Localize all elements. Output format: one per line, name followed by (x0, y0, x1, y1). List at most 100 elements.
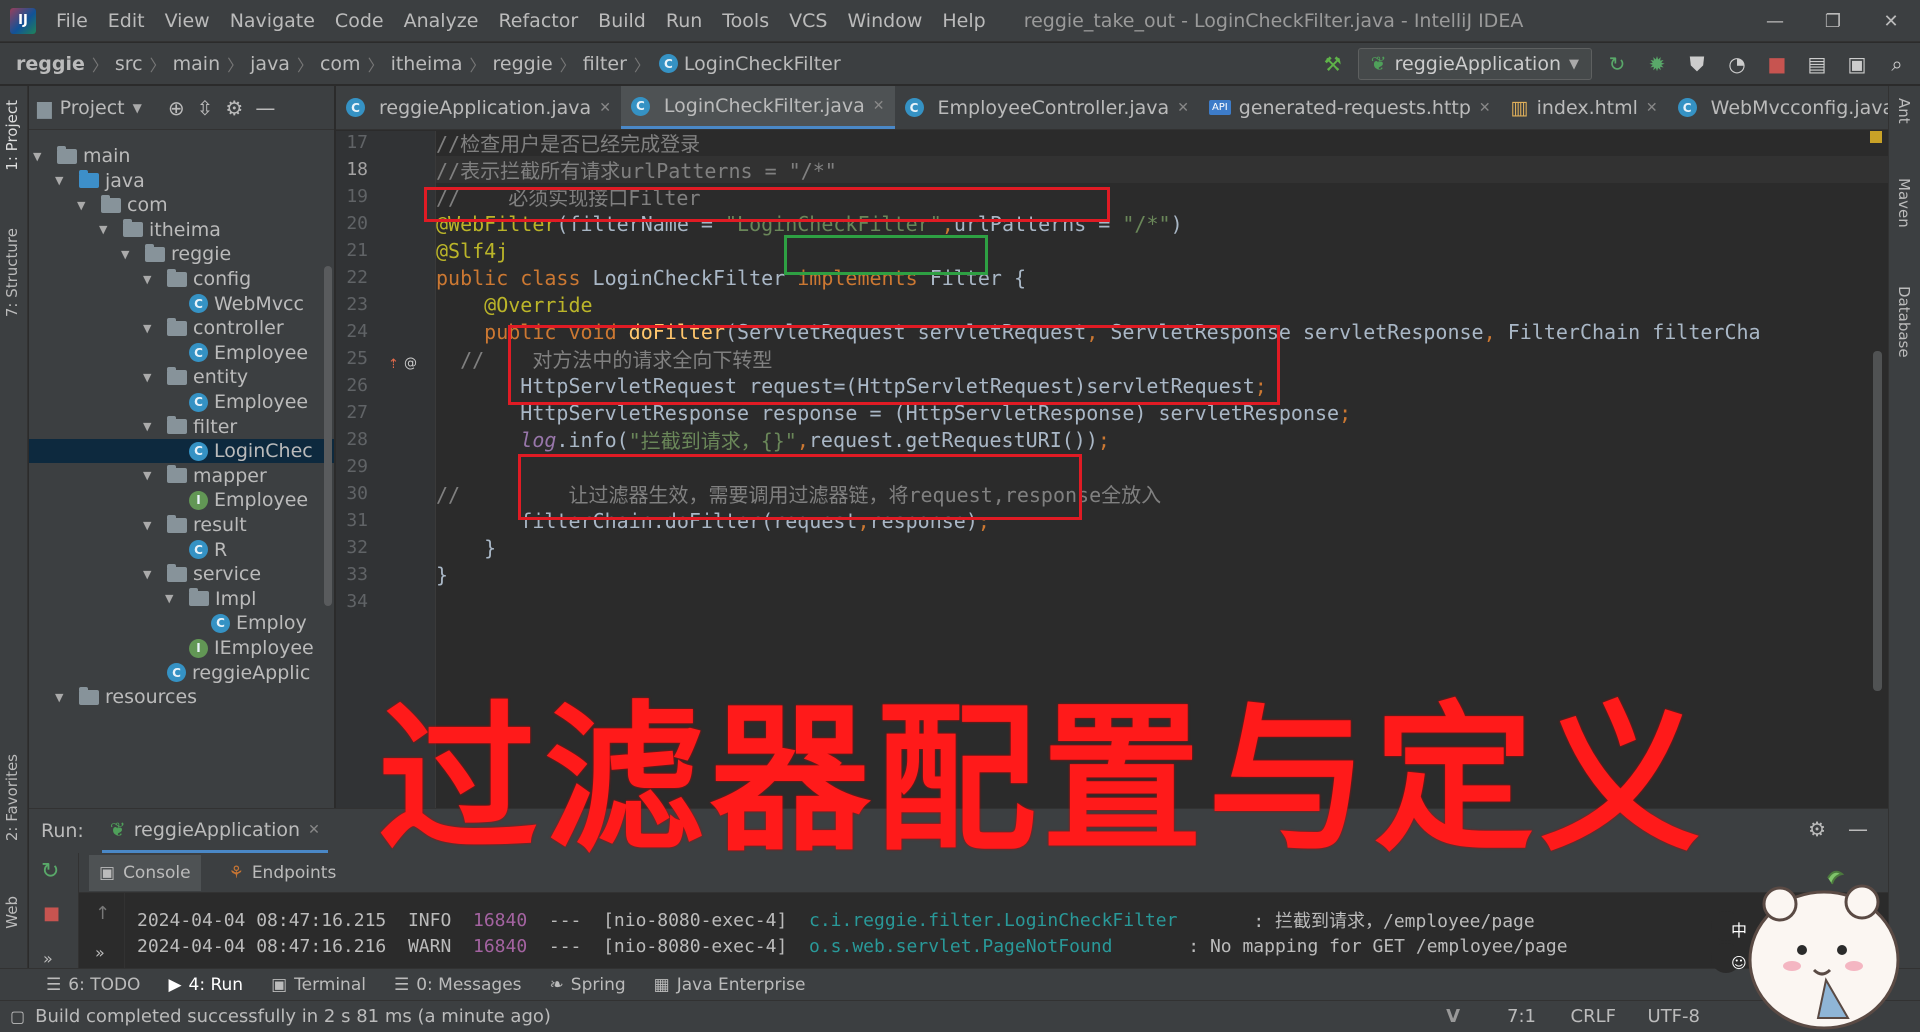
menu-item-tools[interactable]: Tools (712, 10, 779, 32)
profiler-icon[interactable]: ◔ (1722, 49, 1752, 79)
expand-arrow-icon[interactable]: ▼ (143, 469, 157, 482)
tree-item[interactable]: C Employ (29, 611, 334, 635)
rerun-icon[interactable]: ↻ (41, 859, 59, 884)
tree-item[interactable]: ▼ mapper (29, 464, 334, 488)
editor-tab[interactable]: CWebMvcconfig.java✕ (1668, 86, 1888, 129)
menu-item-refactor[interactable]: Refactor (488, 10, 588, 32)
tree-item[interactable]: ▼ Impl (29, 587, 334, 611)
menu-item-edit[interactable]: Edit (98, 10, 155, 32)
menu-item-file[interactable]: File (46, 10, 98, 32)
breadcrumb-item[interactable]: LoginCheckFilter (684, 53, 841, 75)
breadcrumb-item[interactable]: reggie (16, 53, 85, 75)
log-logger[interactable]: c.i.reggie.filter.LoginCheckFilter (809, 910, 1177, 931)
collapse-all-icon[interactable]: ⇳ (197, 96, 214, 120)
tree-item[interactable]: CreggieApplic (29, 661, 334, 685)
debug-icon[interactable]: ✹ (1642, 49, 1672, 79)
log-logger[interactable]: o.s.web.servlet.PageNotFound (809, 936, 1112, 957)
code-line[interactable]: log .info("拦截到请求，{}", request.getRequestUR… (436, 426, 1888, 454)
expand-arrow-icon[interactable]: ▼ (121, 248, 135, 261)
menu-item-window[interactable]: Window (837, 10, 932, 32)
close-icon[interactable]: ✕ (873, 98, 885, 114)
project-structure-icon[interactable]: ▤ (1802, 49, 1832, 79)
close-icon[interactable]: ✕ (599, 100, 611, 116)
tree-item[interactable]: I Employee (29, 488, 334, 512)
tree-item[interactable]: ▼ service (29, 562, 334, 586)
code-line[interactable]: @Slf4j (436, 237, 1888, 264)
expand-arrow-icon[interactable]: ▼ (143, 519, 157, 532)
editor-tab[interactable]: CreggieApplication.java ✕ (336, 86, 621, 129)
hide-panel-icon[interactable]: — (255, 96, 275, 120)
file-encoding[interactable]: UTF-8 (1648, 1006, 1700, 1027)
tree-item[interactable]: ▼ config (29, 267, 334, 291)
bottom-tool-terminal[interactable]: ▣ Terminal (271, 975, 366, 995)
menu-item-run[interactable]: Run (656, 10, 712, 32)
gear-icon[interactable]: ⚙ (1808, 817, 1826, 841)
expand-arrow-icon[interactable]: ▼ (143, 420, 157, 433)
endpoints-tab[interactable]: ⚘ Endpoints (229, 863, 337, 883)
more-icon[interactable]: » (43, 949, 53, 968)
bottom-tool-0-messages[interactable]: ☰ 0: Messages (394, 975, 522, 995)
breadcrumb-item[interactable]: src (115, 53, 143, 75)
editor-tab[interactable]: C EmployeeController.java ✕ (895, 86, 1199, 129)
close-icon[interactable]: ✕ (1479, 100, 1491, 116)
gear-icon[interactable]: ⚙ (225, 96, 243, 120)
editor-tab[interactable]: API generated-requests.http ✕ (1199, 86, 1501, 129)
tree-item[interactable]: CR (29, 538, 334, 562)
structure-tool-tab[interactable]: 7: Structure (3, 228, 21, 317)
annotation-gutter-icon[interactable]: @ (404, 356, 417, 371)
ant-tool-tab[interactable]: Ant (1895, 98, 1913, 124)
maven-tool-tab[interactable]: Maven (1895, 178, 1913, 228)
close-icon[interactable]: ✕ (1177, 100, 1189, 116)
tree-item[interactable]: C Employee (29, 390, 334, 414)
tree-item[interactable]: ▼ entity (29, 365, 334, 389)
tree-item[interactable]: ▼ itheima (29, 218, 334, 242)
editor-tab[interactable]: ▥ index.html ✕ (1501, 86, 1668, 129)
console-tab[interactable]: ▣ Console (89, 854, 201, 891)
expand-arrow-icon[interactable]: ▼ (165, 592, 179, 605)
code-line[interactable]: //表示拦截所有请求urlPatterns = "/*" (436, 156, 1888, 183)
bottom-tool-spring[interactable]: ❧ Spring (550, 975, 626, 995)
tree-item[interactable]: ▼ com (29, 193, 334, 217)
ime-emoji-icon[interactable]: ☺ (1724, 948, 1754, 978)
implements-gutter-icon[interactable]: ⇡ (388, 357, 399, 372)
breadcrumb-item[interactable]: com (320, 53, 361, 75)
rerun-icon[interactable]: ↻ (1602, 49, 1632, 79)
breadcrumb-item[interactable]: reggie (492, 53, 552, 75)
search-icon[interactable]: ⌕ (1882, 49, 1912, 79)
bottom-tool-java-enterprise[interactable]: ▦ Java Enterprise (654, 975, 806, 995)
build-hammer-icon[interactable]: ⚒ (1318, 49, 1348, 79)
editor-scrollbar[interactable] (1873, 351, 1882, 691)
scroll-up-icon[interactable]: ↑ (95, 903, 110, 924)
menu-item-vcs[interactable]: VCS (779, 10, 837, 32)
project-scrollbar[interactable] (324, 266, 332, 606)
toggle-window-icon[interactable]: ▣ (1842, 49, 1872, 79)
expand-arrow-icon[interactable]: ▼ (143, 371, 157, 384)
stop-icon[interactable]: ■ (43, 903, 60, 924)
bottom-tool-6-todo[interactable]: ☰ 6: TODO (46, 975, 140, 995)
status-icon[interactable]: ▢ (10, 1007, 25, 1026)
tree-item[interactable]: ▼ filter (29, 415, 334, 439)
ime-chinese-icon[interactable]: 中 (1724, 914, 1754, 944)
breadcrumb-item[interactable]: main (173, 53, 220, 75)
code-line[interactable]: } (436, 561, 1888, 588)
web-tool-tab[interactable]: Web (3, 896, 21, 929)
tree-item[interactable]: ▼ resources (29, 685, 334, 709)
expand-arrow-icon[interactable]: ▼ (55, 691, 69, 704)
code-line[interactable] (436, 588, 1888, 615)
tree-item[interactable]: ▼ java (29, 169, 334, 193)
menu-item-help[interactable]: Help (932, 10, 995, 32)
tree-item[interactable]: ▼ result (29, 513, 334, 537)
tree-item[interactable]: ▼ main (29, 144, 334, 168)
breadcrumb-item[interactable]: java (250, 53, 290, 75)
breadcrumb-item[interactable]: itheima (391, 53, 463, 75)
bottom-tool-4-run[interactable]: ▶ 4: Run (168, 975, 243, 995)
code-line[interactable]: @Override (436, 291, 1888, 318)
code-line[interactable]: } (436, 534, 1888, 561)
expand-arrow-icon[interactable]: ▼ (143, 322, 157, 335)
vcs-icon[interactable]: V (1446, 1006, 1460, 1027)
menu-item-navigate[interactable]: Navigate (220, 10, 325, 32)
menu-item-code[interactable]: Code (325, 10, 394, 32)
project-view-select[interactable]: ▆ Project ▼ (37, 97, 142, 119)
close-icon[interactable]: ✕ (308, 822, 320, 838)
tree-item[interactable]: ▼ controller (29, 316, 334, 340)
